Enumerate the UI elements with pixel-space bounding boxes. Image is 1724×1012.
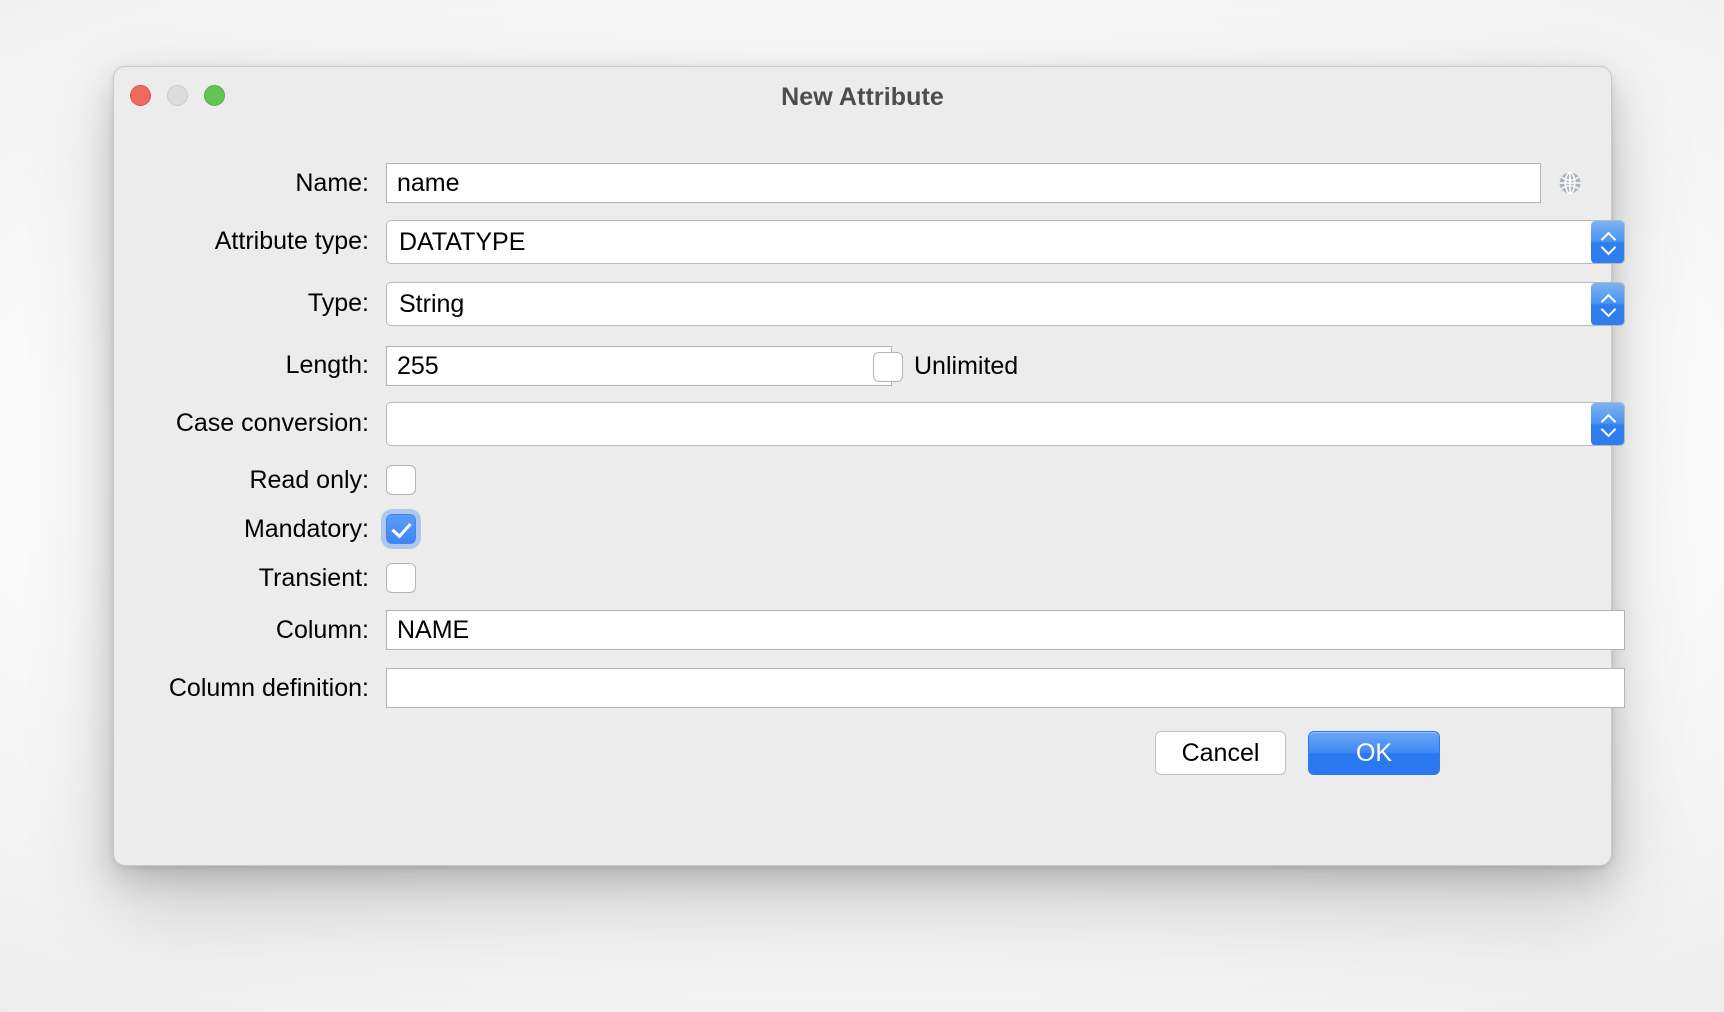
type-value: String xyxy=(399,290,464,318)
row-mandatory: Mandatory: xyxy=(114,508,1611,550)
label-name: Name: xyxy=(114,162,369,204)
label-column: Column: xyxy=(114,609,369,651)
title-bar[interactable]: New Attribute xyxy=(114,67,1611,129)
column-definition-input[interactable] xyxy=(386,668,1625,708)
case-conversion-stepper[interactable] xyxy=(1591,402,1625,446)
label-transient: Transient: xyxy=(114,557,369,599)
label-case-conversion: Case conversion: xyxy=(114,402,369,444)
label-read-only: Read only: xyxy=(114,459,369,501)
type-stepper[interactable] xyxy=(1591,282,1625,326)
row-attribute-type: Attribute type: DATATYPE xyxy=(114,220,1611,262)
type-select[interactable]: String xyxy=(386,282,1625,326)
label-length: Length: xyxy=(114,344,369,386)
cancel-button[interactable]: Cancel xyxy=(1155,731,1286,775)
attribute-type-select[interactable]: DATATYPE xyxy=(386,220,1625,264)
chevron-down-icon xyxy=(1601,244,1616,252)
name-input[interactable]: name xyxy=(386,163,1541,203)
length-input[interactable]: 255 xyxy=(386,346,892,386)
label-attribute-type: Attribute type: xyxy=(114,220,369,262)
row-type: Type: String xyxy=(114,282,1611,324)
chevron-down-icon xyxy=(1601,306,1616,314)
label-column-definition: Column definition: xyxy=(114,667,369,709)
case-conversion-select[interactable] xyxy=(386,402,1625,446)
attribute-type-stepper[interactable] xyxy=(1591,220,1625,264)
row-length: Length: 255 Unlimited xyxy=(114,344,1611,386)
transient-checkbox[interactable] xyxy=(386,563,416,593)
column-input[interactable]: NAME xyxy=(386,610,1625,650)
new-attribute-dialog: New Attribute Name: name Attribute type: xyxy=(113,66,1612,866)
label-type: Type: xyxy=(114,282,369,324)
label-mandatory: Mandatory: xyxy=(114,508,369,550)
row-read-only: Read only: xyxy=(114,459,1611,501)
globe-icon[interactable] xyxy=(1557,170,1583,196)
unlimited-checkbox[interactable] xyxy=(873,352,903,382)
mandatory-checkbox[interactable] xyxy=(386,514,416,544)
row-column-definition: Column definition: xyxy=(114,667,1611,709)
row-case-conversion: Case conversion: xyxy=(114,402,1611,444)
unlimited-label: Unlimited xyxy=(914,351,1018,381)
row-name: Name: name xyxy=(114,162,1611,204)
chevron-down-icon xyxy=(1601,426,1616,434)
ok-button[interactable]: OK xyxy=(1308,731,1440,775)
row-column: Column: NAME xyxy=(114,609,1611,651)
row-transient: Transient: xyxy=(114,557,1611,599)
window-title: New Attribute xyxy=(114,83,1611,112)
attribute-type-value: DATATYPE xyxy=(399,228,525,256)
read-only-checkbox[interactable] xyxy=(386,465,416,495)
